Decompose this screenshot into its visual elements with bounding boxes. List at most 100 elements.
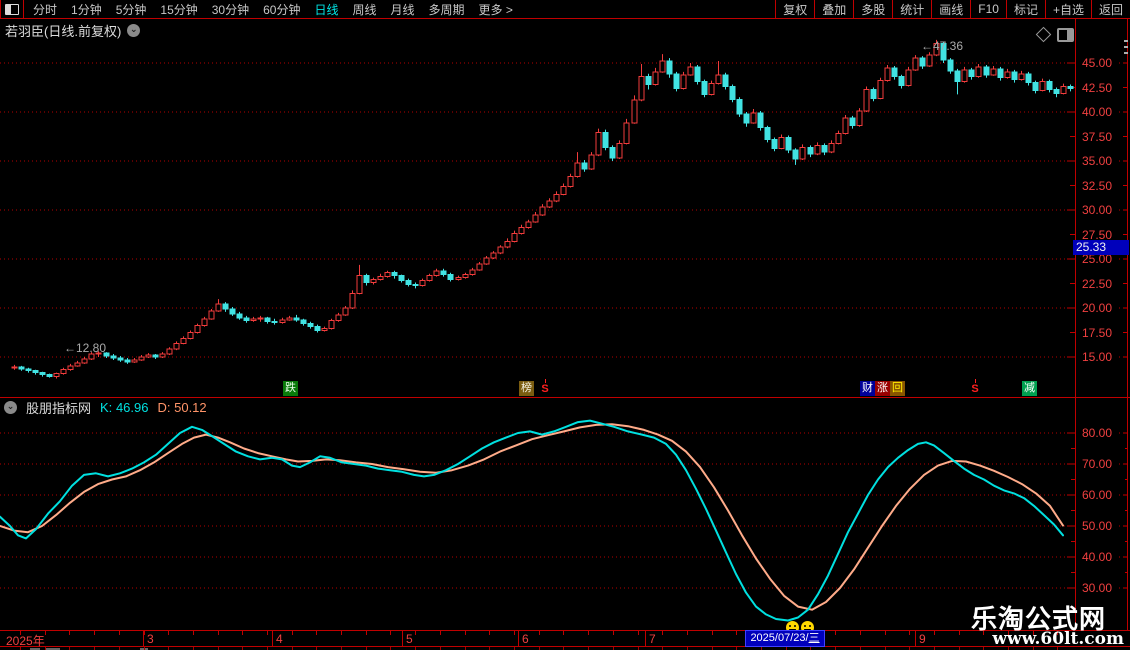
chevron-down-icon[interactable]: ⌄ — [4, 401, 17, 414]
price-annotation: ←47.36 — [921, 39, 964, 53]
candle-down — [997, 68, 1004, 79]
candle-up — [286, 317, 293, 321]
candle-up — [715, 74, 722, 85]
candle-up — [814, 144, 821, 155]
candle-up — [616, 142, 623, 159]
candle-down — [792, 149, 799, 160]
scroll-grip-dash[interactable] — [1124, 52, 1128, 54]
candle-up — [708, 83, 715, 95]
candle-up — [912, 57, 919, 71]
price-tick-label: 37.50 — [1082, 129, 1113, 144]
candle-up — [497, 246, 504, 254]
candle-down — [264, 317, 271, 323]
chevron-down-icon[interactable]: ⌄ — [127, 24, 141, 37]
candle-down — [293, 317, 300, 321]
price-tick-label: 22.50 — [1082, 276, 1113, 291]
week-tick — [934, 631, 935, 635]
week-tick — [885, 631, 886, 635]
toolbar-button-返回[interactable]: 返回 — [1090, 0, 1130, 18]
top-toolbar: 分时 1分钟 5分钟 15分钟 30分钟 60分钟 日线 周线 月线 多周期 更多 > 复权 叠加 多股… — [0, 0, 1130, 19]
candle-down — [18, 366, 25, 370]
indicator-name[interactable]: 股朋指标网 — [26, 398, 91, 417]
candle-down — [645, 76, 652, 86]
price-tick-label: 17.50 — [1082, 325, 1113, 340]
candle-up — [652, 71, 659, 86]
period-日线[interactable]: 日线 — [314, 1, 338, 18]
candle-up — [532, 214, 539, 223]
toolbar-button-复权[interactable]: 复权 — [775, 0, 814, 18]
candle-down — [398, 275, 405, 282]
candle-up — [595, 132, 602, 156]
week-tick — [415, 631, 416, 635]
candle-up — [476, 263, 483, 271]
candle-down — [968, 69, 975, 78]
candle-up — [799, 146, 806, 160]
window-split-icon[interactable] — [1057, 28, 1074, 42]
candle-up — [67, 365, 74, 371]
signal-marker-s: S — [540, 379, 550, 396]
period-30分钟[interactable]: 30分钟 — [212, 1, 249, 18]
period-15分钟[interactable]: 15分钟 — [160, 1, 197, 18]
candle-up — [778, 136, 785, 149]
candle-up — [877, 80, 884, 99]
period-1分钟[interactable]: 1分钟 — [71, 1, 102, 18]
candle-up — [349, 292, 356, 309]
signal-marker-跌: 跌 — [283, 381, 298, 396]
stock-title[interactable]: 若羽臣(日线.前复权) — [5, 21, 121, 40]
layout-panel-button[interactable] — [0, 0, 24, 18]
price-tick-label: 15.00 — [1082, 350, 1113, 364]
week-tick — [267, 631, 268, 635]
candle-up — [419, 280, 426, 286]
period-月线[interactable]: 月线 — [391, 1, 415, 18]
period-多周期[interactable]: 多周期 — [429, 1, 465, 18]
chart-title-row: 若羽臣(日线.前复权) ⌄ — [5, 21, 141, 40]
scroll-grip-dash[interactable] — [1124, 46, 1128, 48]
period-60分钟[interactable]: 60分钟 — [263, 1, 300, 18]
x-axis-label-9: 9 — [919, 632, 926, 646]
toolbar-button-标记[interactable]: 标记 — [1005, 0, 1045, 18]
candle-up — [546, 200, 553, 208]
candle-down — [821, 144, 828, 153]
toolbar-button-画线[interactable]: 画线 — [931, 0, 970, 18]
candle-down — [25, 368, 32, 372]
month-divider — [518, 631, 519, 646]
candle-up — [1018, 73, 1025, 81]
layout-panel-icon — [5, 3, 19, 15]
candle-up — [138, 356, 145, 361]
candle-up — [1004, 71, 1011, 79]
period-5分钟[interactable]: 5分钟 — [116, 1, 147, 18]
candle-down — [236, 313, 243, 319]
d-value-readout: D: 50.12 — [157, 400, 207, 415]
candle-up — [553, 193, 560, 202]
candle-up — [835, 133, 842, 144]
candle-down — [581, 162, 588, 170]
scroll-grip-dash[interactable] — [1124, 40, 1128, 42]
candle-up — [370, 279, 377, 284]
toolbar-button-+自选[interactable]: +自选 — [1044, 0, 1091, 18]
toolbar-button-叠加[interactable]: 叠加 — [814, 0, 853, 18]
period-更多 >[interactable]: 更多 > — [479, 1, 513, 18]
candle-up — [433, 270, 440, 277]
candle-up — [335, 314, 342, 322]
candle-down — [1025, 73, 1032, 84]
watermark-site-url: www.60lt.com — [992, 629, 1124, 649]
x-axis[interactable]: 2025年 3 4 5 6 7 9 2025/07/23/三 — [0, 630, 1130, 648]
week-tick — [218, 631, 219, 635]
candle-up — [1039, 81, 1046, 91]
x-axis-label-7: 7 — [649, 632, 656, 646]
candle-down — [117, 357, 124, 361]
period-分时[interactable]: 分时 — [33, 1, 57, 18]
period-周线[interactable]: 周线 — [352, 1, 376, 18]
toolbar-button-多股[interactable]: 多股 — [853, 0, 892, 18]
candle-down — [870, 88, 877, 99]
candle-up — [208, 310, 215, 320]
toolbar-button-统计[interactable]: 统计 — [892, 0, 931, 18]
candle-down — [757, 112, 764, 129]
week-tick — [242, 631, 243, 635]
candle-down — [701, 81, 708, 95]
candle-down — [243, 317, 250, 322]
toolbar-button-F10[interactable]: F10 — [970, 0, 1006, 18]
candle-up — [884, 67, 891, 82]
candle-down — [440, 270, 447, 276]
price-tick-label: 20.00 — [1082, 301, 1113, 315]
